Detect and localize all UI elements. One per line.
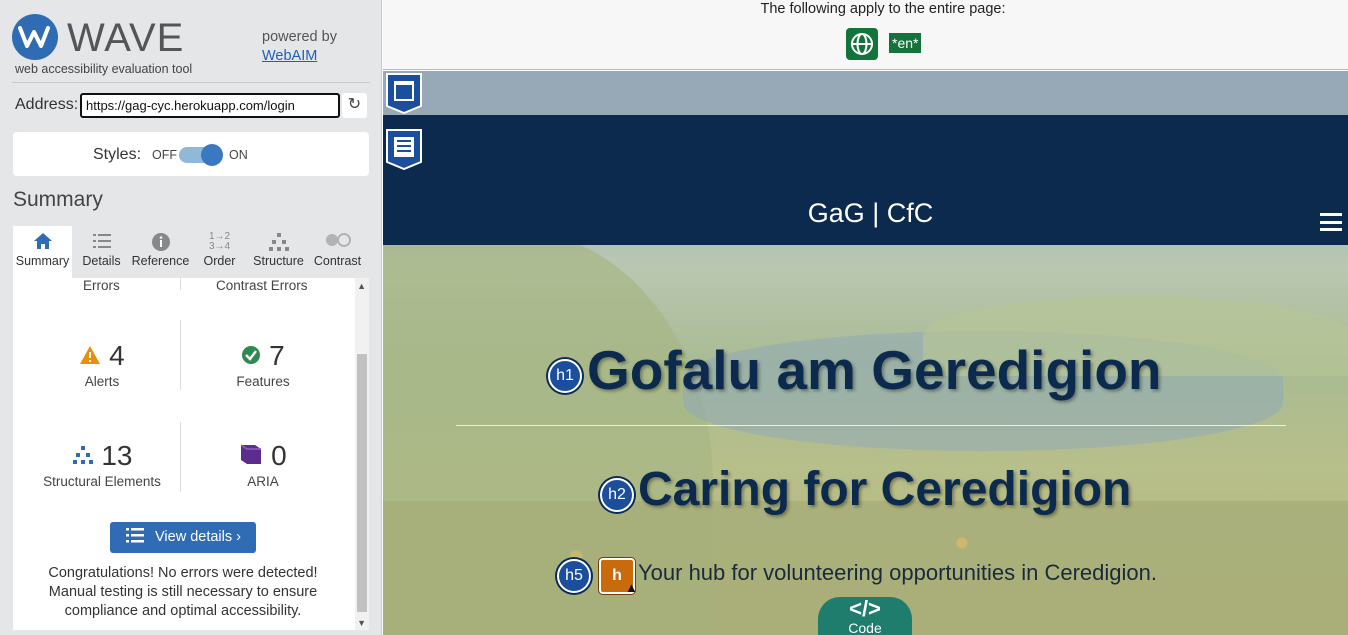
h2-text: Caring for Ceredigion (638, 463, 1132, 516)
heading-2: h2 Caring for Ceredigion (598, 462, 1198, 522)
structure-icon (249, 226, 308, 254)
language-badge[interactable]: *en* (889, 33, 922, 53)
summary-heading: Summary (13, 188, 103, 211)
reload-icon: ↻ (347, 96, 362, 113)
home-icon (13, 226, 72, 254)
menu-toggle[interactable] (1320, 213, 1342, 231)
alerts-count: 4 (109, 340, 125, 371)
toggle-knob (201, 144, 223, 166)
congrats-message: Congratulations! No errors were detected… (48, 565, 318, 619)
code-label: Code (848, 620, 882, 635)
contrast-icon (308, 226, 367, 254)
view-details-label: View details › (155, 529, 241, 545)
scroll-down-icon[interactable]: ▼ (357, 618, 366, 628)
apply-text: The following apply to the entire page: (760, 1, 1006, 17)
tab-label: Reference (131, 254, 190, 268)
styles-toggle[interactable] (179, 144, 223, 166)
order-icon: 1→2 3→4 (208, 231, 231, 252)
errors-label: Errors (83, 278, 120, 293)
wave-logo-icon (12, 14, 58, 60)
features-label: Features (236, 374, 290, 389)
tab-label: Structure (253, 254, 304, 268)
code-icon: </> (849, 596, 881, 621)
scroll-up-icon[interactable]: ▲ (357, 281, 366, 291)
contrast-errors-label: Contrast Errors (216, 278, 308, 293)
structural-count: 13 (101, 440, 133, 471)
features-stat[interactable]: 7 Features (183, 340, 343, 389)
alerts-stat[interactable]: 4 Alerts (22, 340, 182, 389)
language-feature-badge[interactable] (846, 28, 878, 60)
globe-icon (851, 33, 873, 55)
structural-label: Structural Elements (43, 474, 161, 489)
page-preview: The following apply to the entire page: … (383, 0, 1348, 635)
styles-on-label: ON (229, 148, 248, 162)
styles-off-label: OFF (152, 148, 177, 162)
wave-sidebar: WAVE web accessibility evaluation tool p… (0, 0, 382, 635)
header-strip (383, 71, 1348, 115)
scroll-thumb[interactable] (357, 354, 367, 612)
wave-subtitle: web accessibility evaluation tool (15, 62, 193, 76)
tab-label: Summary (15, 254, 70, 268)
heading-5: h5 h ▲ Your hub for volunteering opportu… (555, 556, 1275, 596)
tab-structure[interactable]: Structure (249, 226, 308, 278)
divider (180, 278, 181, 290)
alerts-label: Alerts (84, 374, 120, 389)
tab-details[interactable]: Details (72, 226, 131, 278)
h1-tag-icon[interactable]: h1 (548, 359, 582, 393)
panel-scrollbar[interactable]: ▲ ▼ (355, 278, 369, 630)
aria-count: 0 (271, 440, 287, 471)
powered-by: powered by WebAIM (262, 28, 337, 66)
h5-text: Your hub for volunteering opportunities … (638, 560, 1157, 585)
warning-icon: ▲ (625, 580, 638, 595)
alert-icon (79, 340, 101, 371)
structural-stat[interactable]: 13 Structural Elements (22, 440, 182, 489)
styles-toggle-panel: Styles: OFF ON (13, 132, 369, 176)
list-icon (125, 528, 155, 545)
aria-icon (239, 440, 263, 471)
styles-label: Styles: (93, 146, 142, 163)
tab-reference[interactable]: Reference (131, 226, 190, 278)
tab-label: Details (82, 254, 121, 268)
region-icon[interactable] (385, 72, 423, 115)
reload-button[interactable]: ↻ (342, 93, 367, 118)
tab-summary[interactable]: Summary (13, 226, 72, 278)
h1-text: Gofalu am Geredigion (587, 339, 1162, 401)
list-icon (72, 226, 131, 254)
powered-by-text: powered by (262, 29, 337, 45)
structure-icon (72, 440, 94, 471)
heading-1: h1 Gofalu am Geredigion (546, 338, 1246, 408)
webaim-link[interactable]: WebAIM (262, 48, 317, 64)
navigation-icon[interactable] (385, 128, 423, 171)
info-icon (131, 226, 190, 254)
horizontal-rule (456, 425, 1286, 426)
view-details-button[interactable]: View details › (110, 522, 256, 553)
tab-contrast[interactable]: Contrast (308, 226, 367, 278)
wave-logo-text: WAVE (67, 16, 185, 60)
tab-order[interactable]: 1→2 3→4 Order (190, 226, 249, 278)
wave-logo: WAVE web accessibility evaluation tool p… (12, 12, 372, 82)
site-brand[interactable]: GaG | CfC (383, 198, 1348, 229)
tab-label: Order (203, 254, 236, 268)
features-count: 7 (269, 340, 285, 371)
summary-panel: Errors Contrast Errors 4 Alerts 7 Featur… (13, 278, 369, 630)
tab-label: Contrast (313, 254, 362, 268)
divider (12, 82, 370, 83)
code-toggle-button[interactable]: </> Code (818, 597, 912, 635)
aria-stat[interactable]: 0 ARIA (183, 440, 343, 489)
aria-label: ARIA (247, 474, 279, 489)
h5-tag-icon[interactable]: h5 (557, 559, 591, 593)
address-row: Address: ↻ (14, 93, 370, 119)
site-navbar: GaG | CfC (383, 115, 1348, 245)
address-label: Address: (15, 96, 79, 113)
address-input[interactable] (80, 93, 340, 118)
panel-tabs: Summary Details Reference 1→2 3→4 Order S… (13, 226, 369, 278)
h2-tag-icon[interactable]: h2 (600, 478, 634, 512)
page-level-icons-bar: The following apply to the entire page: … (383, 0, 1348, 70)
feature-icon (241, 340, 261, 371)
